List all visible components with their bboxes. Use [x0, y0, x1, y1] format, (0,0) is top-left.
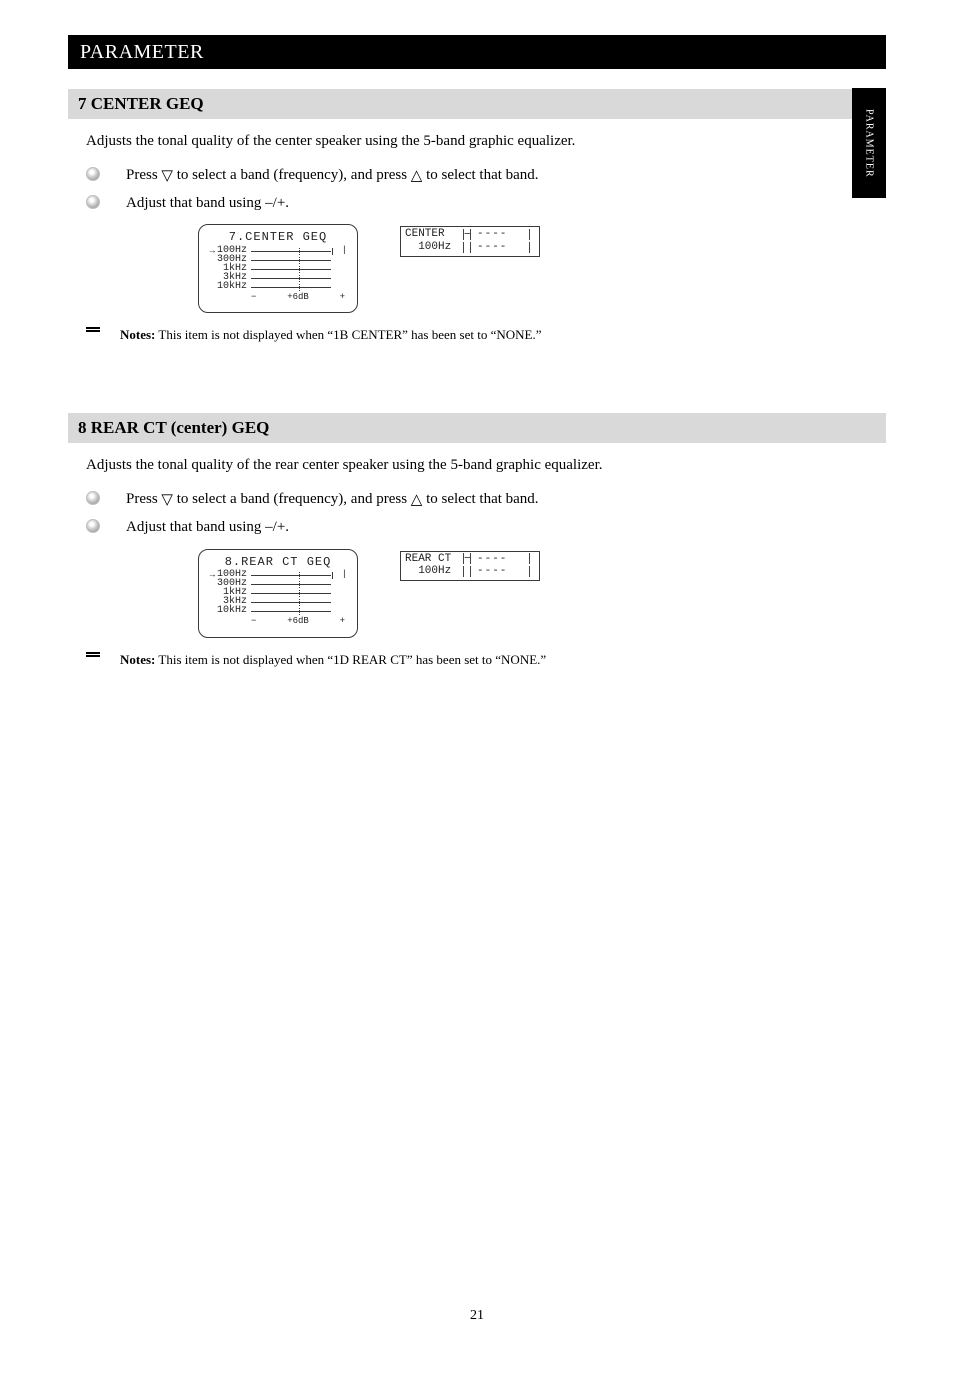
scale-plus: +: [340, 617, 345, 626]
up-triangle-icon: △: [411, 493, 423, 508]
text-fragment: Press: [126, 167, 161, 183]
panel-dashes: ----: [471, 241, 529, 254]
scale-minus: −: [251, 293, 256, 302]
intro-text: Adjusts the tonal quality of the center …: [86, 133, 575, 149]
panel-divider: −: [463, 229, 471, 240]
panel-divider: −: [463, 553, 471, 564]
text-fragment: to select a band (frequency), and press: [177, 167, 411, 183]
page-number-value: 21: [470, 1308, 484, 1323]
panel-dashes: ----: [471, 565, 529, 578]
instruction-text: Adjust that band using –/+.: [126, 517, 289, 539]
scale-row: − +6dB +: [207, 293, 349, 302]
band-slider: [249, 256, 349, 265]
osd-preview-center: 7.CENTER GEQ →100Hz| 300Hz 1kHz 3kHz 10k…: [198, 224, 358, 313]
intro-text: Adjusts the tonal quality of the rear ce…: [86, 457, 602, 473]
instruction-step-1: Press ▽ to select a band (frequency), an…: [86, 165, 886, 187]
notes-row: Notes: This item is not displayed when “…: [68, 652, 886, 668]
band-slider: |: [249, 247, 349, 256]
band-slider: [249, 274, 349, 283]
panel-line1: REAR CT: [405, 553, 463, 566]
header-bar: PARAMETER: [68, 35, 886, 69]
front-panel-preview-center: CENTER−---- 100Hz ----: [400, 226, 540, 256]
notes-icon: [86, 327, 120, 332]
front-panel-preview-rear: REAR CT−---- 100Hz ----: [400, 551, 540, 581]
section-intro: Adjusts the tonal quality of the center …: [68, 131, 886, 153]
down-triangle-icon: ▽: [161, 493, 173, 508]
section-title: 7 CENTER GEQ: [78, 94, 204, 114]
notes-body: This item is not displayed when “1B CENT…: [155, 327, 541, 342]
text-fragment: Press: [126, 491, 161, 507]
side-tab: PARAMETER: [852, 88, 886, 198]
down-triangle-icon: ▽: [161, 169, 173, 184]
section-title: 8 REAR CT (center) GEQ: [78, 418, 269, 438]
header-title: PARAMETER: [80, 41, 204, 64]
text-fragment: to select that band.: [426, 167, 538, 183]
text-fragment: to select a band (frequency), and press: [177, 491, 411, 507]
up-triangle-icon: △: [411, 169, 423, 184]
osd-preview-rear: 8.REAR CT GEQ →100Hz| 300Hz 1kHz 3kHz 10…: [198, 549, 358, 638]
panel-line2: 100Hz: [405, 241, 463, 254]
band-label: 10kHz: [215, 282, 249, 293]
selected-arrow-icon: →: [207, 571, 215, 580]
panel-line1: CENTER: [405, 228, 463, 241]
bullet-icon: [86, 167, 100, 181]
scale-plus: +: [340, 293, 345, 302]
notes-prefix: Notes:: [120, 327, 155, 342]
band-slider: [249, 589, 349, 598]
instruction-text: Adjust that band using –/+.: [126, 193, 289, 215]
instruction-text: Press ▽ to select a band (frequency), an…: [126, 165, 539, 187]
bullet-icon: [86, 519, 100, 533]
instruction-step-2: Adjust that band using –/+.: [86, 193, 886, 215]
panel-divider: [463, 242, 471, 253]
band-slider: [249, 598, 349, 607]
band-slider: |: [249, 571, 349, 580]
notes-icon: [86, 652, 120, 657]
notes-body: This item is not displayed when “1D REAR…: [155, 652, 546, 667]
instruction-step-2: Adjust that band using –/+.: [86, 517, 886, 539]
osd-title: 7.CENTER GEQ: [207, 231, 349, 244]
scale-row: − +6dB +: [207, 617, 349, 626]
bullet-icon: [86, 491, 100, 505]
section-intro: Adjusts the tonal quality of the rear ce…: [68, 455, 886, 477]
scale-center: +6dB: [287, 617, 309, 626]
band-label: 10kHz: [215, 606, 249, 617]
side-tab-text: PARAMETER: [864, 109, 875, 178]
band-slider: [249, 580, 349, 589]
section-bar-rear-ct-geq: 8 REAR CT (center) GEQ: [68, 413, 886, 443]
page-number: 21: [68, 1308, 886, 1324]
instruction-step-1: Press ▽ to select a band (frequency), an…: [86, 489, 886, 511]
panel-divider: [463, 566, 471, 577]
osd-title: 8.REAR CT GEQ: [207, 556, 349, 569]
scale-center: +6dB: [287, 293, 309, 302]
bullet-icon: [86, 195, 100, 209]
notes-row: Notes: This item is not displayed when “…: [68, 327, 886, 343]
band-slider: [249, 607, 349, 616]
panel-line2: 100Hz: [405, 565, 463, 578]
band-slider: [249, 283, 349, 292]
section-bar-center-geq: 7 CENTER GEQ: [68, 89, 886, 119]
panel-dashes: ----: [471, 553, 529, 566]
panel-dashes: ----: [471, 228, 529, 241]
notes-prefix: Notes:: [120, 652, 155, 667]
band-slider: [249, 265, 349, 274]
text-fragment: to select that band.: [426, 491, 538, 507]
scale-minus: −: [251, 617, 256, 626]
instruction-text: Press ▽ to select a band (frequency), an…: [126, 489, 539, 511]
selected-arrow-icon: →: [207, 247, 215, 256]
